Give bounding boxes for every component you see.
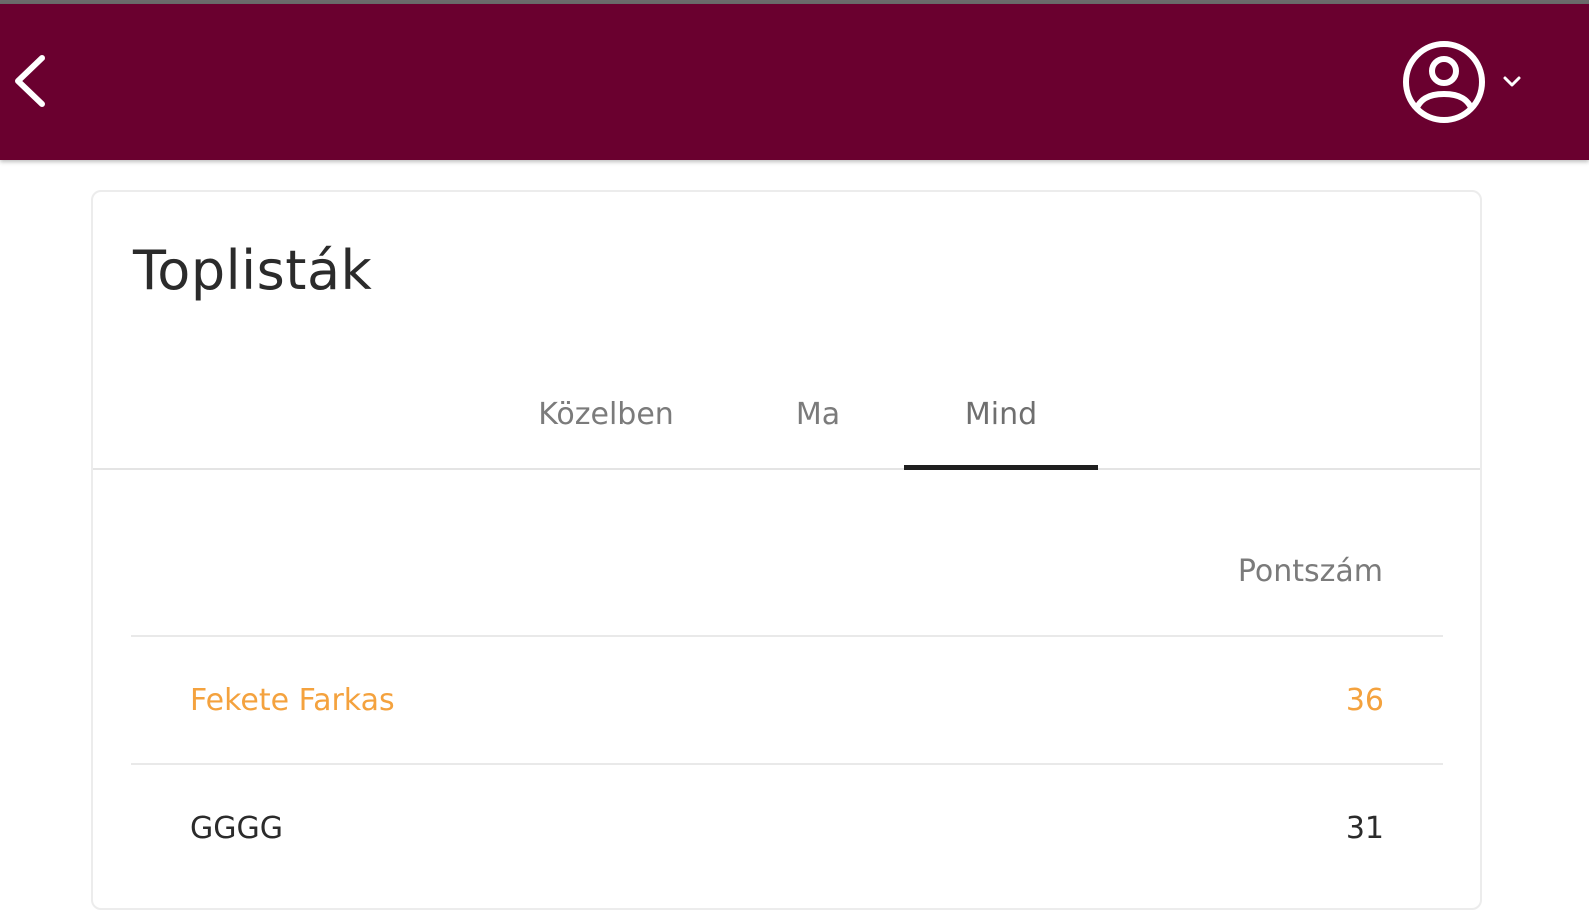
player-score: 31 xyxy=(1345,811,1384,846)
leaderboard-card: Toplisták Közelben Ma Mind Pontszám Feke… xyxy=(91,190,1482,910)
app-header xyxy=(0,4,1589,160)
account-menu-button[interactable] xyxy=(1398,34,1534,130)
back-button[interactable] xyxy=(10,50,54,112)
leaderboard-tabs: Közelben Ma Mind xyxy=(93,382,1480,470)
active-tab-indicator xyxy=(904,465,1098,470)
player-name: Fekete Farkas xyxy=(190,683,395,718)
player-name: GGGG xyxy=(190,811,283,846)
tab-today[interactable]: Ma xyxy=(753,382,883,470)
account-circle-icon xyxy=(1403,41,1485,123)
chevron-down-icon xyxy=(1503,76,1521,87)
player-score: 36 xyxy=(1345,683,1384,718)
chevron-left-icon xyxy=(15,55,45,107)
tab-nearby[interactable]: Közelben xyxy=(513,382,699,470)
leaderboard-row: Fekete Farkas 36 xyxy=(131,635,1443,763)
leaderboard-row: GGGG 31 xyxy=(131,763,1443,891)
page-title: Toplisták xyxy=(133,239,373,302)
score-column-header: Pontszám xyxy=(1237,554,1383,589)
tab-all[interactable]: Mind xyxy=(904,382,1098,470)
